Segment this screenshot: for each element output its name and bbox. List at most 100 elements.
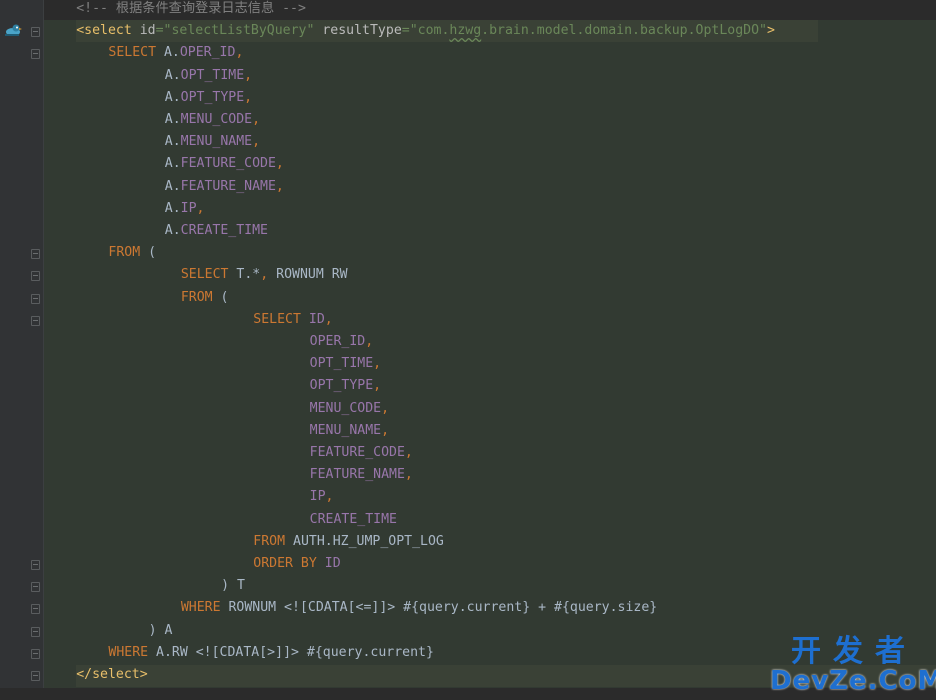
code-line-text: CREATE_TIME: [310, 509, 397, 531]
code-line[interactable]: A.MENU_NAME,: [44, 131, 936, 153]
code-line[interactable]: OPT_TYPE,: [44, 375, 936, 397]
code-token: resultType: [322, 23, 402, 39]
code-line-text: <select id="selectListByQuery" resultTyp…: [76, 20, 775, 42]
code-token: FEATURE_NAME: [309, 467, 405, 483]
code-line[interactable]: A.MENU_CODE,: [44, 109, 936, 131]
code-line-text: SELECT ID,: [253, 309, 332, 331]
code-line-text: OPT_TYPE,: [310, 375, 381, 397]
code-line[interactable]: <!-- 根据条件查询登录日志信息 -->: [44, 0, 936, 20]
code-line[interactable]: FEATURE_CODE,: [44, 442, 936, 464]
code-token: A.: [164, 134, 181, 150]
code-token: .brain.model.domain.backup.OptLogDO": [481, 23, 767, 39]
code-token: ) A: [148, 622, 173, 638]
code-token: OPT_TIME: [180, 67, 245, 83]
code-line[interactable]: A.OPT_TYPE,: [44, 87, 936, 109]
code-line[interactable]: SELECT T.*, ROWNUM RW: [44, 264, 936, 286]
code-line[interactable]: A.CREATE_TIME: [44, 220, 936, 242]
code-line-text: A.OPT_TYPE,: [165, 87, 252, 109]
code-line[interactable]: SELECT ID,: [44, 309, 936, 331]
code-line[interactable]: CREATE_TIME: [44, 509, 936, 531]
fold-marker-icon[interactable]: [31, 293, 40, 304]
watermark-en: DevZe.CoM: [770, 666, 936, 696]
code-editor[interactable]: <!-- 根据条件查询登录日志信息 --> <select id="selectL…: [0, 0, 936, 700]
code-token: OPER_ID: [179, 45, 236, 61]
code-token: IP: [180, 200, 197, 216]
fold-marker-icon[interactable]: [31, 626, 40, 637]
code-token: ) T: [221, 578, 245, 594]
code-token: A.: [164, 178, 181, 194]
fold-marker-icon[interactable]: [31, 27, 40, 38]
editor-gutter[interactable]: [0, 0, 44, 700]
code-token: A.: [163, 45, 180, 61]
watermark-cn: 开发者: [791, 634, 917, 669]
code-line-text: <!-- 根据条件查询登录日志信息 -->: [76, 0, 306, 20]
fold-marker-icon[interactable]: [31, 582, 40, 593]
code-token: ,: [196, 200, 205, 216]
code-line[interactable]: A.OPT_TIME,: [44, 65, 936, 87]
code-token: ,: [365, 334, 374, 349]
code-line[interactable]: MENU_NAME,: [44, 420, 936, 442]
fold-marker-icon[interactable]: [31, 271, 40, 282]
code-line[interactable]: A.IP,: [44, 198, 936, 220]
code-line-text: </select>: [76, 664, 147, 686]
code-token: ROWNUM <![CDATA[<=]]> #{query.current} +…: [228, 600, 658, 616]
fold-marker-icon[interactable]: [31, 560, 40, 570]
code-token: id: [139, 23, 156, 39]
code-token: ,: [244, 89, 253, 105]
code-line-text: FROM (: [181, 287, 229, 309]
code-line-text: ORDER BY ID: [253, 553, 340, 575]
code-line[interactable]: A.FEATURE_NAME,: [44, 176, 936, 198]
code-token: IP: [309, 489, 326, 505]
code-area[interactable]: <!-- 根据条件查询登录日志信息 --> <select id="selectL…: [44, 0, 936, 700]
code-token: ,: [373, 378, 382, 394]
fold-marker-icon[interactable]: [31, 49, 40, 60]
code-token: (: [220, 289, 229, 305]
code-token: FEATURE_NAME: [180, 178, 276, 194]
code-token: ,: [252, 134, 261, 150]
code-token: ="selectListByQuery": [155, 23, 315, 39]
code-line[interactable]: WHERE ROWNUM <![CDATA[<=]]> #{query.curr…: [44, 597, 936, 619]
code-token: ,: [275, 156, 284, 172]
code-token: MENU_CODE: [180, 112, 253, 127]
code-line[interactable]: FROM AUTH.HZ_UMP_OPT_LOG: [44, 531, 936, 553]
code-token: AUTH.HZ_UMP_OPT_LOG: [293, 533, 444, 549]
code-token: ,: [235, 45, 244, 61]
debug-duck-icon[interactable]: [4, 22, 22, 38]
code-token: ,: [324, 311, 333, 327]
fold-marker-icon[interactable]: [31, 648, 40, 659]
code-token: ,: [244, 67, 253, 83]
code-line-text: WHERE ROWNUM <![CDATA[<=]]> #{query.curr…: [181, 597, 657, 619]
code-line[interactable]: SELECT A.OPER_ID,: [44, 42, 936, 64]
code-token: FEATURE_CODE: [180, 156, 276, 172]
code-line[interactable]: FROM (: [44, 242, 936, 264]
code-token: A.: [164, 200, 181, 216]
code-token: ,: [260, 267, 277, 283]
code-token: FROM: [180, 289, 221, 305]
code-line[interactable]: ) T: [44, 575, 936, 597]
code-line-text: OPT_TIME,: [310, 353, 381, 375]
code-token: A.: [164, 156, 181, 172]
code-token: >: [767, 23, 775, 39]
code-line[interactable]: OPT_TIME,: [44, 353, 936, 375]
code-token: ,: [381, 422, 390, 438]
code-token: OPT_TIME: [309, 356, 374, 372]
code-line-text: SELECT A.OPER_ID,: [108, 42, 243, 64]
code-line-text: A.IP,: [165, 198, 205, 220]
code-line-text: IP,: [310, 486, 334, 508]
code-token: MENU_NAME: [309, 422, 382, 438]
code-line[interactable]: A.FEATURE_CODE,: [44, 153, 936, 175]
code-line[interactable]: IP,: [44, 486, 936, 508]
fold-marker-icon[interactable]: [31, 671, 40, 681]
code-line-text: A.FEATURE_NAME,: [165, 176, 284, 198]
code-line[interactable]: FROM (: [44, 287, 936, 309]
code-token: ID: [324, 556, 341, 571]
code-line[interactable]: OPER_ID,: [44, 331, 936, 353]
code-line[interactable]: <select id="selectListByQuery" resultTyp…: [44, 20, 936, 42]
code-token: FEATURE_CODE: [309, 445, 405, 460]
fold-marker-icon[interactable]: [31, 604, 40, 615]
code-line[interactable]: ORDER BY ID: [44, 553, 936, 575]
fold-marker-icon[interactable]: [31, 249, 40, 260]
code-line[interactable]: MENU_CODE,: [44, 398, 936, 420]
code-line[interactable]: FEATURE_NAME,: [44, 464, 936, 486]
fold-marker-icon[interactable]: [31, 315, 40, 326]
